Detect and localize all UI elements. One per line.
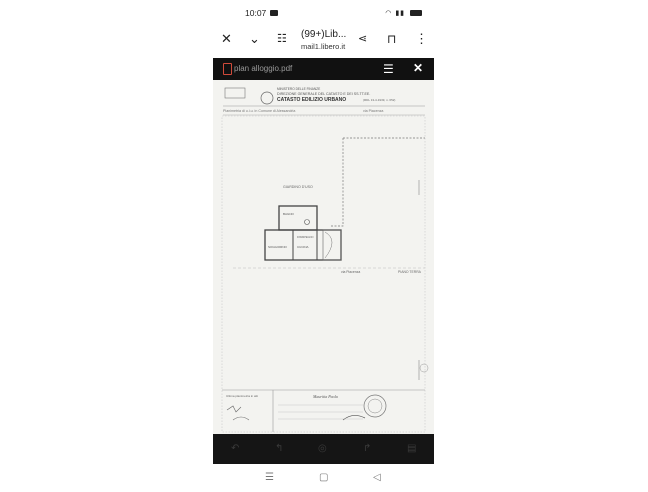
doc-comune: Planimetria di u.i.u. in Comune di Aless… <box>223 109 295 113</box>
pdf-file-icon <box>223 63 232 75</box>
home-icon[interactable]: ▢ <box>319 472 328 483</box>
pdf-viewer-header: plan alloggio.pdf ☰ ✕ <box>213 58 434 80</box>
doc-direction: DIREZIONE GENERALE DEL CATASTO E DEI SS.… <box>277 92 370 96</box>
label-floor: PIANO TERRA <box>398 270 422 274</box>
pdf-file-name: plan alloggio.pdf <box>234 64 293 73</box>
label-soggiorno: SOGGIORNO <box>268 245 288 249</box>
page-title: (99+)Lib... <box>301 29 347 40</box>
grid-icon[interactable]: ▤ <box>407 443 416 454</box>
doc-footer-sign: Mauritia Paola <box>312 394 338 399</box>
back-icon[interactable]: ◁ <box>373 472 381 483</box>
notification-icon <box>270 10 278 16</box>
doc-title: CATASTO EDILIZIO URBANO <box>277 97 346 103</box>
label-garden: GIARDINO D'USO <box>283 185 313 189</box>
close-pdf-button[interactable]: ✕ <box>413 62 423 74</box>
label-cucina: CUCINA <box>297 245 309 249</box>
battery-icon <box>410 10 422 17</box>
app-toolbar: ✕ ⌄ ☷ (99+)Lib... mail1.libero.it ⋖ ⊓ ⋮ <box>213 26 434 56</box>
clock: 10:07 <box>245 8 267 18</box>
delete-icon[interactable]: ◎ <box>318 443 327 454</box>
settings-icon[interactable]: ☷ <box>277 32 287 46</box>
doc-ministry: MINISTERO DELLE FINANZE <box>277 87 320 91</box>
label-disimpegno: DISIMPEGNO <box>297 235 314 239</box>
bookmark-icon[interactable]: ⊓ <box>387 32 396 46</box>
menu-icon[interactable]: ☰ <box>383 63 394 75</box>
label-street: via Piacenza <box>341 270 360 274</box>
pdf-page: MINISTERO DELLE FINANZE DIREZIONE GENERA… <box>213 80 434 434</box>
share-icon[interactable]: ⋖ <box>358 32 367 46</box>
page-subtitle: mail1.libero.it <box>301 42 346 51</box>
system-navigation: ☰ ▢ ◁ <box>213 464 434 492</box>
forward-icon[interactable]: ↱ <box>363 443 371 454</box>
undo-icon[interactable]: ↶ <box>231 443 239 454</box>
phone-screen: 10:07 ◠ ▮▮ ✕ ⌄ ☷ (99+)Lib... mail1.liber… <box>213 0 434 492</box>
floor-plan-scan: MINISTERO DELLE FINANZE DIREZIONE GENERA… <box>221 87 429 433</box>
reply-icon[interactable]: ↰ <box>275 443 283 454</box>
chevron-down-icon[interactable]: ⌄ <box>249 32 260 46</box>
doc-ref: (RDL 13-4-1939, n. 652) <box>363 98 395 102</box>
close-icon[interactable]: ✕ <box>221 32 232 46</box>
more-icon[interactable]: ⋮ <box>415 32 428 46</box>
doc-footer-left: Ultima planimetria in atti <box>226 394 258 398</box>
recent-apps-icon[interactable]: ☰ <box>265 472 274 483</box>
pdf-navigation-bar: ↶ ↰ ◎ ↱ ▤ <box>213 434 434 464</box>
doc-via: via Piacenza <box>363 109 383 113</box>
wifi-icon: ◠ <box>385 10 393 17</box>
system-icons: ◠ ▮▮ <box>385 9 422 17</box>
signal-icon: ▮▮ <box>395 10 406 17</box>
status-bar: 10:07 ◠ ▮▮ <box>213 6 434 22</box>
label-bagno: BAGNO <box>283 212 295 216</box>
